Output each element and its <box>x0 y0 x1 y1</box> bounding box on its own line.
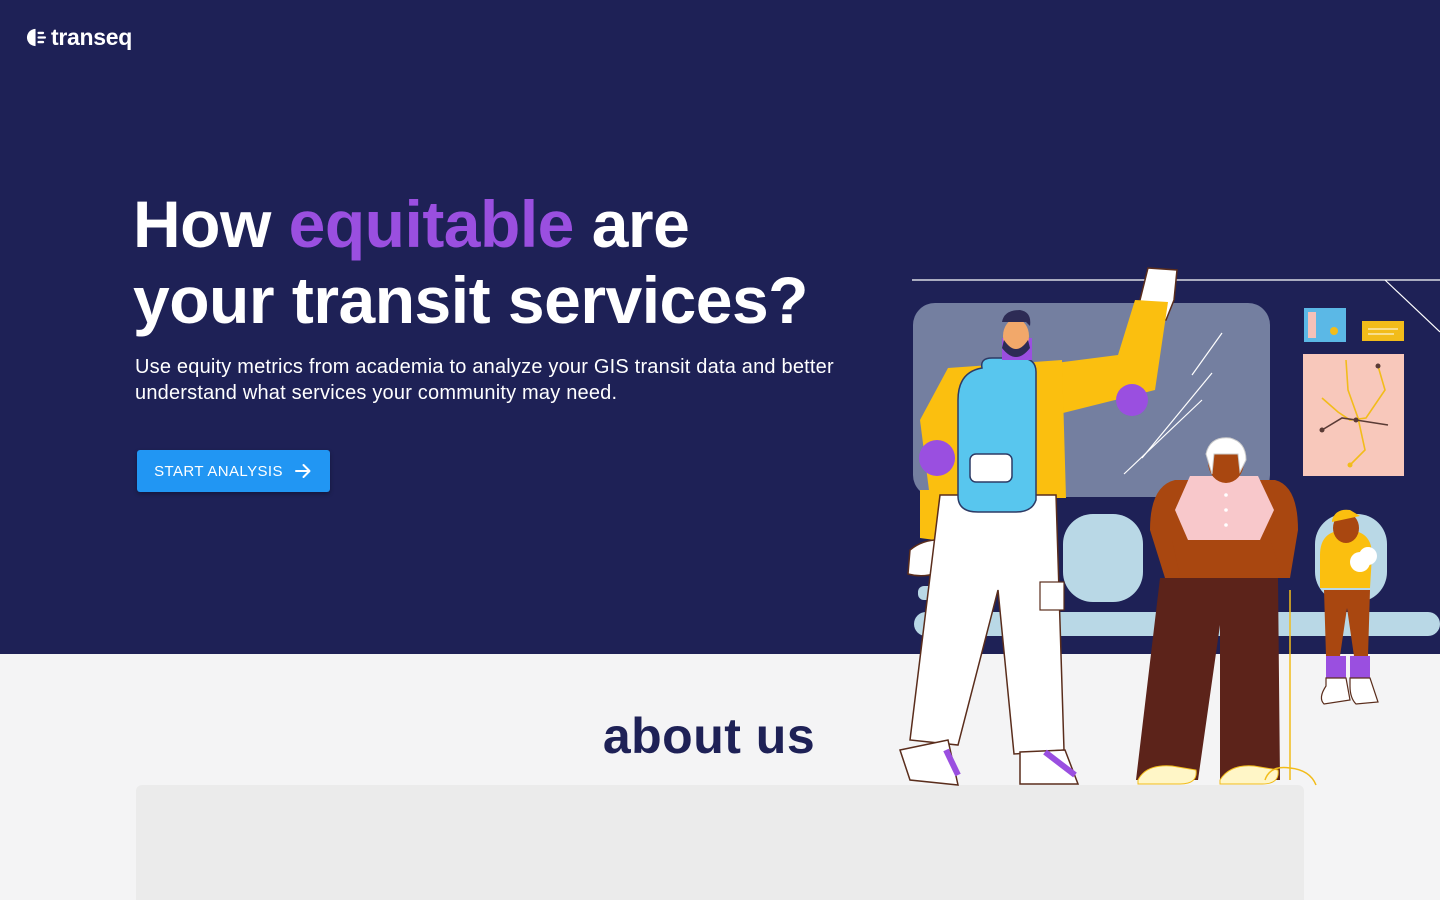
about-us-card <box>136 785 1304 900</box>
arrow-right-icon <box>294 464 311 478</box>
headline-text: How <box>133 187 289 261</box>
brand-logo[interactable]: transeq <box>26 24 132 50</box>
hero-headline: How equitable are your transit services? <box>133 186 808 338</box>
hero-subtitle: Use equity metrics from academia to anal… <box>135 356 834 404</box>
start-analysis-label: START ANALYSIS <box>154 462 283 480</box>
transit-riders-illustration <box>899 267 1440 786</box>
start-analysis-button[interactable]: START ANALYSIS <box>137 450 330 492</box>
brand-name: transeq <box>51 24 132 50</box>
transeq-logo-icon <box>26 28 47 46</box>
headline-accent-word: equitable <box>288 187 575 261</box>
headline-line-2: your transit services? <box>133 263 808 337</box>
headline-text: are <box>573 187 690 261</box>
